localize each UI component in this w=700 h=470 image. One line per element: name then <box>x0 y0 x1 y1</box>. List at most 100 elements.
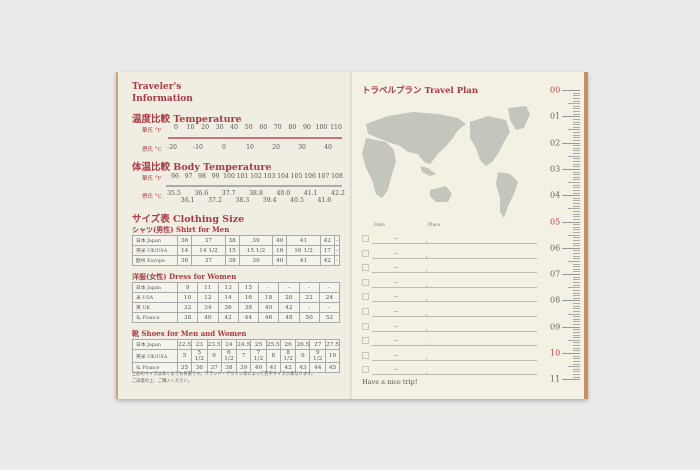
size-cell: 12 <box>197 292 219 303</box>
minute-tick <box>573 179 580 181</box>
size-cell: 48 <box>278 312 300 323</box>
size-cell: 40 <box>272 235 288 246</box>
plan-checkbox[interactable] <box>362 264 369 272</box>
body-temperature-heading: 体温比較 Body Temperature <box>132 162 272 173</box>
minute-tick <box>573 258 580 260</box>
minute-tick <box>568 129 580 131</box>
place-tick <box>426 314 427 316</box>
minute-tick <box>573 371 580 373</box>
size-cell: 26.5 <box>295 339 311 350</box>
plan-checkbox[interactable] <box>362 366 369 374</box>
scale-value: 103 <box>263 173 276 180</box>
title-information: Information <box>132 94 193 104</box>
date-dash <box>394 267 398 268</box>
scale-value: 30 <box>298 144 306 151</box>
minute-tick <box>573 321 580 323</box>
size-cell: 36 <box>176 235 193 246</box>
table-row: 英 UK 32 34 36 38 40 42- - <box>132 302 341 313</box>
scale-value: 100 <box>315 124 328 131</box>
hour-tick <box>562 379 580 381</box>
minute-tick <box>573 132 580 133</box>
size-cell: - <box>318 282 341 293</box>
minute-tick <box>573 113 580 115</box>
minute-tick <box>573 166 580 168</box>
size-cell: 14 1/2 <box>191 245 226 256</box>
minute-tick <box>568 260 580 262</box>
plan-row-line[interactable] <box>372 345 537 346</box>
plan-row-line[interactable] <box>372 257 537 259</box>
body-celsius-label: 摂氏 °C <box>142 194 162 200</box>
size-cell: 46 <box>257 312 280 323</box>
date-dash <box>394 369 398 370</box>
plan-checkbox[interactable] <box>362 249 369 257</box>
minute-tick <box>568 313 580 315</box>
minute-tick <box>573 139 580 141</box>
minute-tick <box>573 295 580 296</box>
plan-checkbox[interactable] <box>362 351 369 359</box>
plan-checkbox[interactable] <box>362 308 369 315</box>
scale-value: 36.1 <box>180 197 195 204</box>
plan-row-line[interactable] <box>372 330 537 332</box>
size-cell: 8 1/2 <box>279 349 297 363</box>
plan-row-line[interactable] <box>372 286 537 288</box>
scale-value: 100 <box>223 173 235 180</box>
minute-tick <box>568 366 580 367</box>
right-page: トラベルプラン Travel Plan Date Place Have a ni… <box>352 72 588 399</box>
scale-value: 105 <box>290 173 303 180</box>
size-cell: - <box>257 282 280 293</box>
fahrenheit-label: 華氏 °F <box>142 128 162 134</box>
size-cell: 42 <box>319 235 335 246</box>
plan-row-line[interactable] <box>372 359 537 361</box>
hour-label: 00 <box>550 85 561 95</box>
hour-label: 04 <box>550 190 561 200</box>
minute-tick <box>573 105 580 107</box>
country-label: 英米 UK/USA <box>132 349 178 363</box>
plan-checkbox[interactable] <box>362 293 369 301</box>
minute-tick <box>573 171 580 173</box>
plan-row-line[interactable] <box>372 272 537 273</box>
left-page: Traveler's Information 温度比較 Temperature … <box>116 72 352 399</box>
size-cell: 6 <box>206 349 222 363</box>
minute-tick <box>573 95 580 97</box>
minute-tick <box>573 281 580 283</box>
shoes-size-table: 日本 Japan 22.5 23 23.5 24 24.5 25 25.5 26 26.5 27 27… <box>132 339 340 373</box>
date-dash <box>394 252 398 254</box>
plan-checkbox[interactable] <box>362 337 369 345</box>
minute-tick <box>573 374 580 375</box>
plan-row-line[interactable] <box>372 374 537 376</box>
scale-value: 40.5 <box>290 197 304 204</box>
size-cell: 42 <box>217 312 239 323</box>
minute-tick <box>568 339 580 341</box>
celsius-label: 摂氏 °C <box>142 147 162 153</box>
plan-row-line[interactable] <box>372 316 537 317</box>
plan-row-line[interactable] <box>372 301 537 303</box>
place-tick <box>426 270 427 273</box>
size-cell: 7 <box>236 349 252 363</box>
minute-tick <box>573 355 580 357</box>
size-cell: 36 <box>176 255 193 266</box>
plan-checkbox[interactable] <box>362 278 369 286</box>
minute-tick <box>573 329 580 331</box>
place-tick <box>426 328 427 331</box>
title-travelers: Traveler's <box>132 82 182 92</box>
scale-value: 40 <box>324 144 332 151</box>
size-cell: 32 <box>176 302 199 313</box>
size-cell: 16 <box>237 292 260 303</box>
size-cell: - <box>333 235 341 246</box>
minute-tick <box>573 97 580 99</box>
minute-tick <box>573 205 580 207</box>
table-row: 欧州 Europe 36 37 38 39 40 41 42- <box>132 255 341 266</box>
plan-checkbox[interactable] <box>362 235 369 242</box>
minute-tick <box>568 103 580 104</box>
minute-tick <box>573 308 580 310</box>
minute-tick <box>573 318 580 320</box>
plan-row-line[interactable] <box>372 243 537 244</box>
table-row: 英米 UK/USA 14 14 1/2 15 15 1/2 16 16 1/2 17- <box>132 245 341 256</box>
plan-checkbox[interactable] <box>362 322 369 330</box>
scale-value: 80 <box>288 124 297 131</box>
size-cell: 38 <box>224 255 240 266</box>
minute-tick <box>573 213 580 215</box>
table-row: 英米 UK/USA 5 5 1/2 6 6 1/2 7 7 1/2 8 8 1/2 9 9 1/2 1… <box>132 349 340 363</box>
size-note-line1: 上記のサイズはあくまでも目安です。ブランド・デザイン等によって若干サイズが異なり… <box>132 372 316 377</box>
minute-tick <box>573 279 580 281</box>
